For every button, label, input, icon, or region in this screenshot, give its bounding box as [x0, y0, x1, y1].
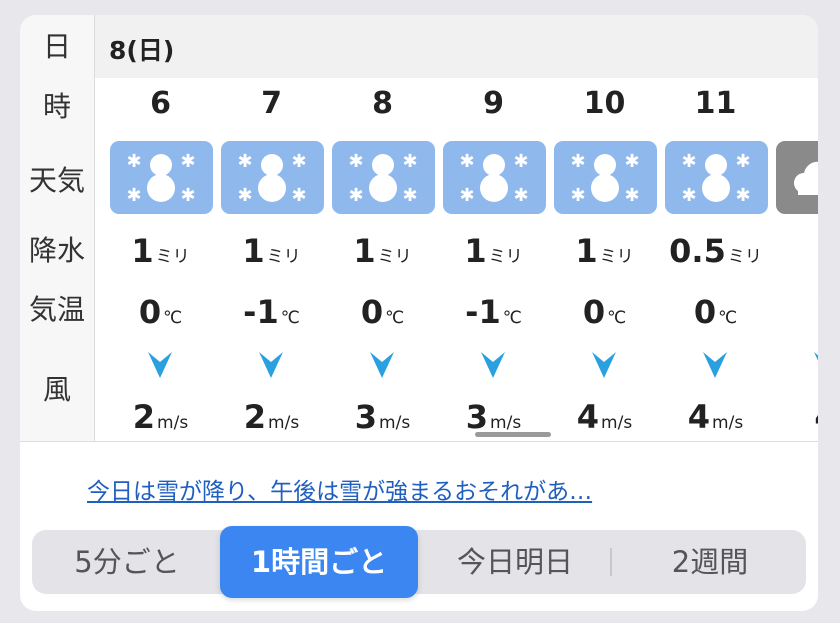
- precip-value: 1 ミリ: [353, 232, 412, 270]
- label-precip: 降水: [28, 234, 85, 267]
- hour-label: 7: [261, 86, 282, 121]
- label-temp: 気温: [28, 293, 85, 326]
- svg-text:✱: ✱: [459, 151, 474, 172]
- svg-text:✱: ✱: [348, 185, 363, 206]
- temp-value: 1: [771, 293, 818, 331]
- svg-text:✱: ✱: [237, 185, 252, 206]
- wind-speed-value: 2 m/s: [132, 398, 189, 436]
- wind-direction-icon: [590, 350, 618, 384]
- hour-column: 8 ✱ ✱ ✱ ✱ 1 ミリ 0 ℃ 3 m/s: [327, 78, 438, 441]
- hour-column: 9 ✱ ✱ ✱ ✱ 1 ミリ -1 ℃ 3 m/s: [438, 78, 549, 441]
- tab-5min[interactable]: 5分ごと: [32, 530, 222, 594]
- hour-label: 1: [771, 86, 818, 121]
- snow-icon: ✱ ✱ ✱ ✱: [110, 141, 213, 214]
- forecast-summary-link[interactable]: 今日は雪が降り、午後は雪が強まるおそれがあ…: [87, 472, 592, 506]
- svg-text:✱: ✱: [681, 185, 696, 206]
- tab-today-tomorrow[interactable]: 今日明日: [422, 530, 608, 594]
- svg-text:✱: ✱: [570, 185, 585, 206]
- svg-text:✱: ✱: [735, 151, 750, 172]
- wind-speed-value: 4 m/s: [576, 398, 633, 436]
- precip-value: 1 ミリ: [464, 232, 523, 270]
- divider: [20, 441, 818, 442]
- snow-icon: ✱ ✱ ✱ ✱: [554, 141, 657, 214]
- hour-label: 10: [583, 86, 626, 121]
- temp-value: 0 ℃: [693, 293, 738, 331]
- weather-card: 日 時 天気 降水 気温 風 8(日) 6 ✱ ✱ ✱ ✱ 1 ミリ 0 ℃ 2 m/s 7 …: [20, 15, 818, 611]
- label-hour: 時: [42, 90, 71, 123]
- hour-label: 11: [694, 86, 737, 121]
- svg-text:✱: ✱: [126, 151, 141, 172]
- hour-column: 1 1 4: [771, 78, 818, 441]
- svg-text:✱: ✱: [291, 151, 306, 172]
- temp-value: -1 ℃: [243, 293, 300, 331]
- label-weather: 天気: [28, 164, 85, 197]
- wind-speed-value: 4 m/s: [687, 398, 744, 436]
- snow-icon: ✱ ✱ ✱ ✱: [443, 141, 546, 214]
- row-labels: 日 時 天気 降水 気温 風: [20, 15, 95, 441]
- tab-separator: [610, 548, 612, 576]
- temp-value: 0 ℃: [138, 293, 183, 331]
- hour-column: 6 ✱ ✱ ✱ ✱ 1 ミリ 0 ℃ 2 m/s: [105, 78, 216, 441]
- svg-text:✱: ✱: [735, 185, 750, 206]
- wind-direction-icon: [146, 350, 174, 384]
- hour-column: 11 ✱ ✱ ✱ ✱ 0.5 ミリ 0 ℃ 4 m/s: [660, 78, 771, 441]
- precip-value: 1 ミリ: [575, 232, 634, 270]
- svg-text:✱: ✱: [624, 151, 639, 172]
- snow-icon: ✱ ✱ ✱ ✱: [332, 141, 435, 214]
- hour-label: 9: [483, 86, 504, 121]
- svg-text:✱: ✱: [570, 151, 585, 172]
- precip-value: 1 ミリ: [131, 232, 190, 270]
- hour-column: 10 ✱ ✱ ✱ ✱ 1 ミリ 0 ℃ 4 m/s: [549, 78, 660, 441]
- hour-column: 7 ✱ ✱ ✱ ✱ 1 ミリ -1 ℃ 2 m/s: [216, 78, 327, 441]
- svg-text:✱: ✱: [513, 185, 528, 206]
- hourly-scroller[interactable]: 6 ✱ ✱ ✱ ✱ 1 ミリ 0 ℃ 2 m/s 7 ✱ ✱ ✱ ✱ 1 ミリ -1 ℃ 2 m/s 8 ✱…: [95, 78, 818, 441]
- svg-text:✱: ✱: [681, 151, 696, 172]
- interval-tabs: 5分ごと 1時間ごと 今日明日 2週間: [32, 526, 806, 598]
- svg-text:✱: ✱: [624, 185, 639, 206]
- wind-direction-icon: [812, 350, 818, 384]
- svg-text:✱: ✱: [459, 185, 474, 206]
- hour-label: 8: [372, 86, 393, 121]
- snow-icon: ✱ ✱ ✱ ✱: [665, 141, 768, 214]
- label-wind: 風: [42, 373, 71, 406]
- svg-text:✱: ✱: [348, 151, 363, 172]
- wind-direction-icon: [701, 350, 729, 384]
- svg-text:✱: ✱: [180, 185, 195, 206]
- wind-direction-icon: [479, 350, 507, 384]
- svg-text:✱: ✱: [402, 151, 417, 172]
- temp-value: 0 ℃: [360, 293, 405, 331]
- svg-text:✱: ✱: [402, 185, 417, 206]
- wind-direction-icon: [368, 350, 396, 384]
- date-label: 8(日): [109, 36, 175, 65]
- hour-label: 6: [150, 86, 171, 121]
- date-header: 8(日): [95, 15, 818, 78]
- tab-2weeks[interactable]: 2週間: [614, 530, 806, 594]
- cloud-icon: [776, 141, 818, 214]
- wind-speed-value: 2 m/s: [243, 398, 300, 436]
- snow-icon: ✱ ✱ ✱ ✱: [221, 141, 324, 214]
- scroll-indicator[interactable]: [475, 432, 551, 437]
- tab-hourly[interactable]: 1時間ごと: [220, 526, 418, 598]
- svg-text:✱: ✱: [513, 151, 528, 172]
- svg-text:✱: ✱: [180, 151, 195, 172]
- temp-value: 0 ℃: [582, 293, 627, 331]
- temp-value: -1 ℃: [465, 293, 522, 331]
- wind-speed-value: 4: [771, 398, 818, 436]
- wind-direction-icon: [257, 350, 285, 384]
- wind-speed-value: 3 m/s: [465, 398, 522, 436]
- precip-value: 1 ミリ: [242, 232, 301, 270]
- svg-text:✱: ✱: [291, 185, 306, 206]
- svg-text:✱: ✱: [126, 185, 141, 206]
- precip-value: 0.5 ミリ: [669, 232, 762, 270]
- label-day: 日: [42, 30, 71, 63]
- svg-text:✱: ✱: [237, 151, 252, 172]
- wind-speed-value: 3 m/s: [354, 398, 411, 436]
